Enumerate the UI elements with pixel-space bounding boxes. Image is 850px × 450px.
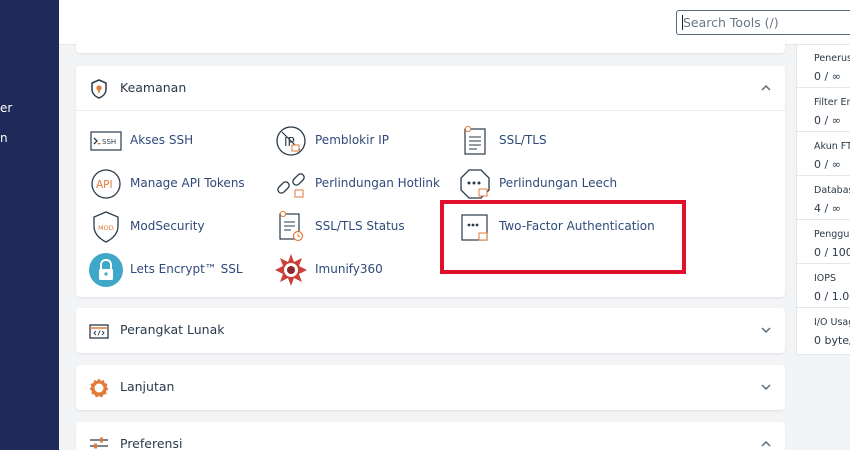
gear-icon [89,378,109,398]
api-token-icon: API [91,169,121,199]
stat-label: IOPS [814,273,837,284]
stat-value: 4 / ∞ [814,202,841,215]
sidebar-item-fragment[interactable]: er [0,101,12,115]
stat-item: Penerus 0 / ∞ [797,45,850,88]
ip-blocker-icon: IP [276,126,306,156]
section-title: Lanjutan [120,379,175,394]
security-section-header[interactable]: Keamanan [76,66,785,110]
stat-label: Penerus [814,53,850,64]
stat-label: Penggun [814,229,850,240]
highlight-box [440,200,686,274]
search-tools-input[interactable] [676,10,850,35]
tool-akses-ssh[interactable]: SSH Akses SSH [88,123,238,159]
stat-value: 0 byte/s [814,334,850,347]
section-title: Keamanan [120,80,187,95]
tool-label: Imunify360 [315,262,383,276]
chevron-down-icon[interactable] [759,323,773,337]
tool-label: SSL/TLS Status [315,219,405,233]
advanced-section-header[interactable]: Lanjutan [76,365,785,409]
tool-pemblokir-ip[interactable]: IP Pemblokir IP [273,123,413,159]
section-title: Perangkat Lunak [120,322,225,337]
stat-item: I/O Usag 0 byte/s [797,309,850,352]
stat-value: 0 / ∞ [814,70,841,83]
tool-lets-encrypt-ssl[interactable]: Lets Encrypt™ SSL [88,252,243,288]
section-divider [76,110,785,111]
stat-item: Penggun 0 / 100 [797,221,850,264]
svg-text:SSH: SSH [102,138,116,146]
sliders-icon [90,437,108,449]
stat-label: Databas [814,185,850,196]
hotlink-chain-icon [277,173,305,198]
left-sidebar: er n [0,0,59,450]
tool-modsecurity[interactable]: MOD ModSecurity [88,209,238,245]
leech-protection-icon [460,169,490,199]
imunify360-icon [275,254,307,286]
tool-ssl-tls[interactable]: SSL/TLS [457,123,567,159]
stat-label: Filter Em [814,97,850,108]
ssl-status-icon [279,210,304,242]
chevron-up-icon[interactable] [759,437,773,450]
tool-manage-api-tokens[interactable]: API Manage API Tokens [88,166,245,202]
stat-item: IOPS 0 / 1.02 [797,265,850,308]
chevron-up-icon[interactable] [759,81,773,95]
preferences-section-header[interactable]: Preferensi [76,422,785,450]
stat-item: Filter Em 0 / ∞ [797,89,850,132]
tool-label: Akses SSH [130,133,194,147]
tool-label: Perlindungan Leech [499,176,618,190]
software-section-header[interactable]: Perangkat Lunak [76,308,785,352]
code-window-icon [89,324,109,339]
sidebar-item-fragment[interactable]: n [0,131,8,145]
tool-label: Pemblokir IP [315,133,389,147]
section-title: Preferensi [120,436,183,450]
modsecurity-shield-icon: MOD [93,211,119,243]
stat-value: 0 / 1.02 [814,290,850,303]
tool-perlindungan-hotlink[interactable]: Perlindungan Hotlink [273,166,440,202]
tool-perlindungan-leech[interactable]: Perlindungan Leech [457,166,627,202]
stat-item: Akun FTI 0 / ∞ [797,133,850,176]
stat-item: Databas 4 / ∞ [797,177,850,220]
tool-label: SSL/TLS [499,133,547,147]
tool-label: Perlindungan Hotlink [315,176,440,190]
stat-value: 0 / ∞ [814,158,841,171]
advanced-section: Lanjutan [76,365,785,410]
preferences-section: Preferensi [76,422,785,450]
tool-imunify360[interactable]: Imunify360 [273,252,413,288]
tool-ssl-tls-status[interactable]: SSL/TLS Status [273,209,423,245]
tool-label: Manage API Tokens [130,176,245,190]
ssl-certificate-icon [464,125,486,155]
ssh-terminal-icon: SSH [90,131,122,151]
tool-label: ModSecurity [130,219,205,233]
lets-encrypt-lock-icon [89,253,123,287]
stat-label: Akun FTI [814,141,850,152]
stat-label: I/O Usag [814,317,850,328]
software-section: Perangkat Lunak [76,308,785,353]
tool-label: Lets Encrypt™ SSL [130,262,243,276]
stat-value: 0 / 100 [814,246,850,259]
shield-icon [91,79,107,99]
stat-value: 0 / ∞ [814,114,841,127]
previous-section-card [76,40,785,53]
chevron-down-icon[interactable] [759,380,773,394]
svg-text:MOD: MOD [98,224,114,232]
statistics-panel: Penerus 0 / ∞ Filter Em 0 / ∞ Akun FTI 0… [796,45,850,355]
svg-text:API: API [96,179,113,191]
text-caret [682,15,683,30]
